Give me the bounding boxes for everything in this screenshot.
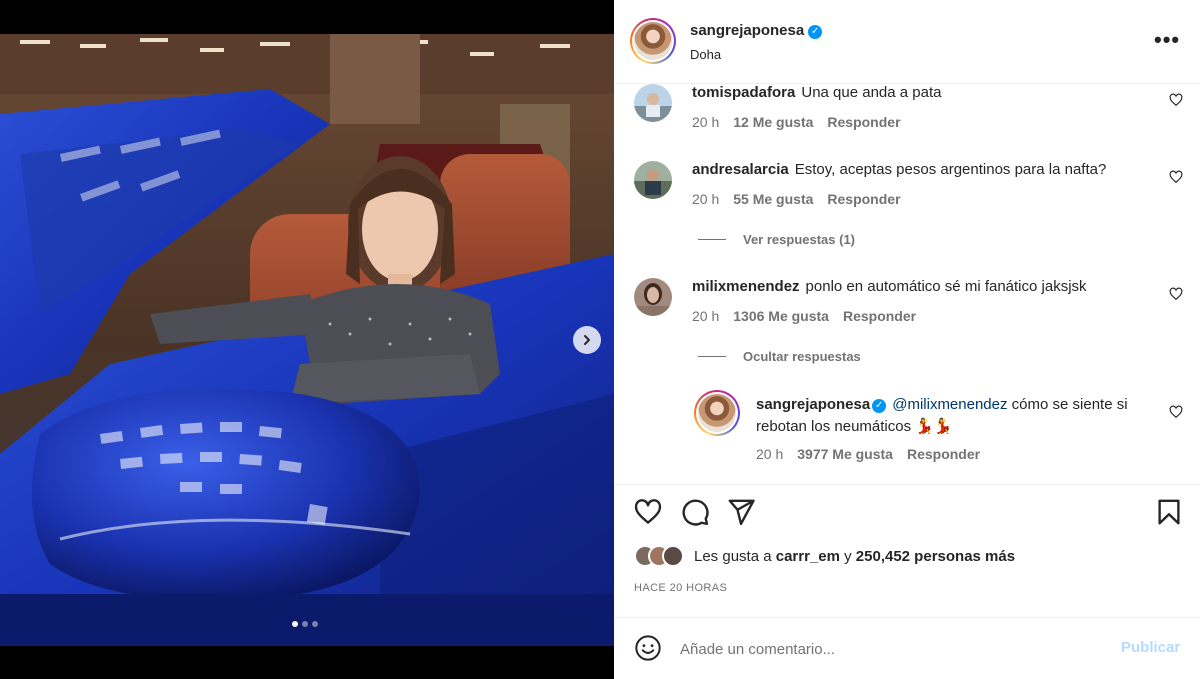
carousel-dot xyxy=(302,621,308,627)
comment-meta: 20 h 1306 Me gusta Responder xyxy=(692,308,916,324)
verified-icon: ✓ xyxy=(872,399,887,413)
chevron-right-icon xyxy=(584,335,590,345)
likes-prefix: Les gusta a xyxy=(694,547,776,565)
comment-likes[interactable]: 1306 Me gusta xyxy=(733,308,829,324)
reply-meta: 20 h 3977 Me gusta Responder xyxy=(756,446,980,462)
comment-body: milixmenendez ponlo en automático sé mi f… xyxy=(692,276,1152,298)
reply-body: sangrejaponesa ✓ @milixmenendez cómo se si… xyxy=(756,394,1156,438)
comment-likes[interactable]: 12 Me gusta xyxy=(733,114,813,130)
comment-time[interactable]: 20 h xyxy=(692,114,719,130)
heart-icon[interactable] xyxy=(1169,405,1183,419)
comment-meta: 20 h 55 Me gusta Responder xyxy=(692,191,901,207)
reply-mention[interactable]: @milixmenendez xyxy=(892,396,1007,413)
comment-icon[interactable] xyxy=(680,497,710,527)
carousel-indicator xyxy=(292,621,318,627)
instagram-post-modal: sangrejaponesa ✓ Doha ••• tomispadafora Un… xyxy=(0,0,1200,679)
post-media xyxy=(0,0,614,679)
likes-summary[interactable]: Les gusta a carrr_em y 250,452 personas … xyxy=(634,545,1015,567)
author-avatar[interactable] xyxy=(630,18,676,64)
emoji-icon[interactable] xyxy=(634,634,662,662)
comment-username[interactable]: andresalarcia xyxy=(692,161,789,178)
reply-button[interactable]: Responder xyxy=(907,446,980,462)
hide-replies-toggle[interactable]: Ocultar respuestas xyxy=(698,349,861,364)
post-timestamp[interactable]: HACE 20 HORAS xyxy=(634,582,727,594)
heart-icon[interactable] xyxy=(1169,93,1183,107)
comment-username[interactable]: milixmenendez xyxy=(692,278,800,295)
likes-join: y xyxy=(839,547,856,565)
liker-avatar xyxy=(662,545,684,567)
carousel-dot xyxy=(292,621,298,627)
commenter-avatar[interactable] xyxy=(634,161,672,199)
comment-input[interactable] xyxy=(680,637,1100,661)
comment-text: Estoy, aceptas pesos argentinos para la … xyxy=(794,161,1107,178)
verified-icon: ✓ xyxy=(808,25,823,39)
comment-body: andresalarcia Estoy, aceptas pesos argent… xyxy=(692,159,1152,181)
heart-icon[interactable] xyxy=(1169,170,1183,184)
liker-username[interactable]: carrr_em xyxy=(776,548,840,565)
post-header: sangrejaponesa ✓ Doha ••• xyxy=(614,0,1200,84)
post-sidebar: sangrejaponesa ✓ Doha ••• tomispadafora Un… xyxy=(614,0,1200,679)
comment-text: ponlo en automático sé mi fanático jaksj… xyxy=(805,278,1087,295)
comment-body: tomispadafora Una que anda a pata xyxy=(692,84,1152,104)
more-options-button[interactable]: ••• xyxy=(1154,29,1180,51)
likes-count[interactable]: 250,452 personas más xyxy=(856,548,1015,565)
likes-text: Les gusta a carrr_em y 250,452 personas … xyxy=(694,548,1015,565)
comment-username[interactable]: tomispadafora xyxy=(692,84,795,101)
publish-button[interactable]: Publicar xyxy=(1121,639,1180,656)
reply-button[interactable]: Responder xyxy=(843,308,916,324)
author-username-text[interactable]: sangrejaponesa xyxy=(690,22,804,39)
commenter-avatar[interactable] xyxy=(634,84,672,122)
heart-icon[interactable] xyxy=(1169,287,1183,301)
hide-replies-label: Ocultar respuestas xyxy=(743,349,861,364)
reply-username[interactable]: sangrejaponesa xyxy=(756,396,870,413)
post-photo[interactable] xyxy=(0,34,614,646)
send-icon[interactable] xyxy=(726,497,756,527)
reply-author-avatar[interactable] xyxy=(694,390,740,436)
comment-composer: Publicar xyxy=(614,617,1200,679)
view-replies-toggle[interactable]: Ver respuestas (1) xyxy=(698,232,855,247)
reply-button[interactable]: Responder xyxy=(827,191,900,207)
comment-meta: 20 h 12 Me gusta Responder xyxy=(692,114,901,130)
comment-time[interactable]: 20 h xyxy=(692,308,719,324)
comments-list: tomispadafora Una que anda a pata 20 h 12… xyxy=(614,84,1200,484)
view-replies-label: Ver respuestas (1) xyxy=(743,232,856,247)
reply-time[interactable]: 20 h xyxy=(756,446,783,462)
post-location[interactable]: Doha xyxy=(690,47,721,62)
reply-likes[interactable]: 3977 Me gusta xyxy=(797,446,893,462)
bookmark-icon[interactable] xyxy=(1154,497,1184,527)
commenter-avatar[interactable] xyxy=(634,278,672,316)
next-slide-button[interactable] xyxy=(573,326,601,354)
comment-time[interactable]: 20 h xyxy=(692,191,719,207)
heart-icon[interactable] xyxy=(633,497,663,527)
carousel-dot xyxy=(312,621,318,627)
comment-likes[interactable]: 55 Me gusta xyxy=(733,191,813,207)
comment-text: Una que anda a pata xyxy=(801,84,942,101)
action-bar xyxy=(614,484,1200,540)
author-username[interactable]: sangrejaponesa ✓ xyxy=(690,22,823,39)
reply-button[interactable]: Responder xyxy=(827,114,900,130)
